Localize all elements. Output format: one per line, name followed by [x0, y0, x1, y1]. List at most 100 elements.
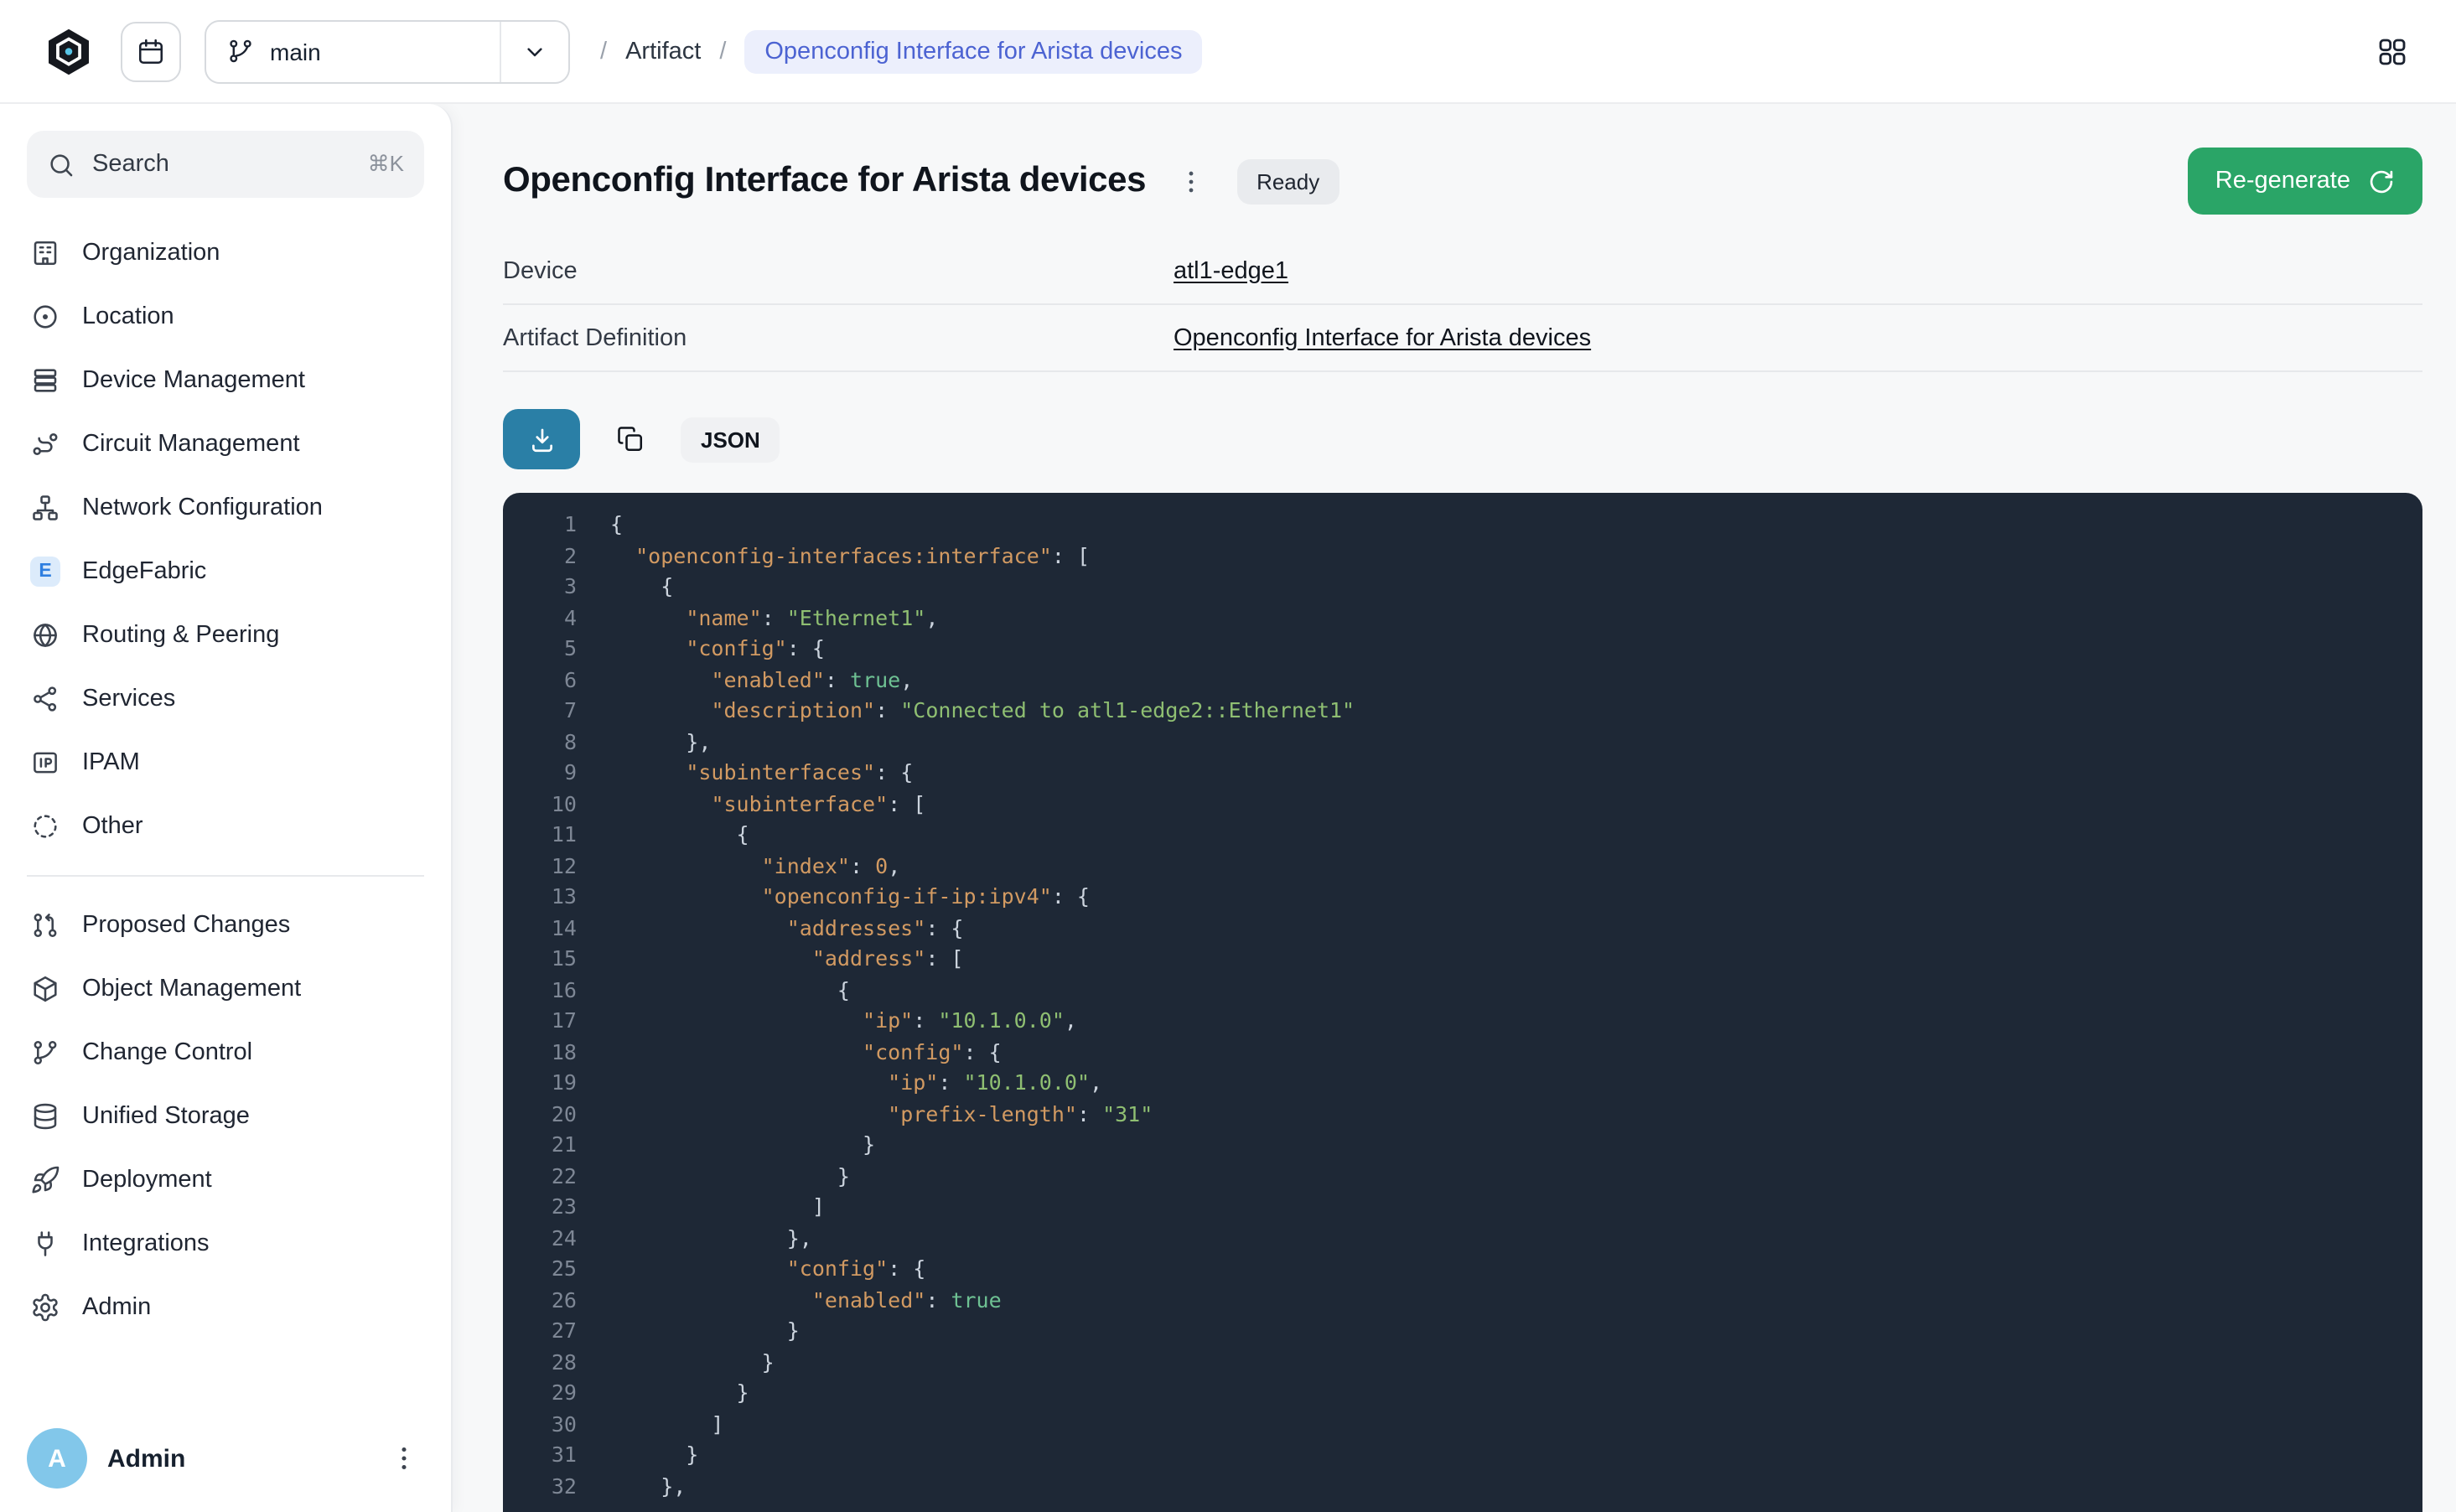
sidebar-item-network-configuration[interactable]: Network Configuration [13, 476, 438, 540]
field-row-artifact-definition: Artifact Definition Openconfig Interface… [503, 305, 2422, 372]
sidebar-item-routing-peering[interactable]: Routing & Peering [13, 603, 438, 667]
user-menu-kebab-icon[interactable] [384, 1438, 424, 1478]
breadcrumb-item-artifact[interactable]: Artifact [625, 38, 701, 65]
code-line: 3 { [526, 572, 2392, 603]
branch-label: main [270, 38, 500, 65]
code-line: 13 "openconfig-if-ip:ipv4": { [526, 882, 2392, 913]
apps-menu-button[interactable] [2362, 21, 2422, 81]
circuit-management-icon [30, 429, 60, 459]
regenerate-label: Re-generate [2215, 168, 2350, 194]
sidebar-item-label: Admin [82, 1294, 151, 1321]
artifact-definition-link[interactable]: Openconfig Interface for Arista devices [1174, 324, 1591, 351]
sidebar-item-services[interactable]: Services [13, 667, 438, 731]
code-viewer[interactable]: 1{2 "openconfig-interfaces:interface": [… [503, 493, 2422, 1512]
code-line-content: "addresses": { [610, 913, 964, 944]
line-number: 6 [526, 665, 577, 696]
line-number: 31 [526, 1440, 577, 1471]
line-number: 7 [526, 696, 577, 727]
line-number: 27 [526, 1316, 577, 1347]
code-line: 6 "enabled": true, [526, 665, 2392, 696]
services-icon [30, 684, 60, 714]
sidebar-item-location[interactable]: Location [13, 285, 438, 349]
title-menu-button[interactable] [1169, 159, 1213, 203]
body: Search ⌘K Organization Location Device Man… [0, 104, 2456, 1512]
copy-button[interactable] [600, 409, 661, 469]
code-line-content: "ip": "10.1.0.0", [610, 1006, 1077, 1037]
line-number: 18 [526, 1037, 577, 1068]
app-logo[interactable] [40, 23, 97, 80]
sidebar-item-label: IPAM [82, 749, 140, 776]
detail-fields: Device atl1-edge1 Artifact Definition Op… [503, 238, 2422, 372]
line-number: 25 [526, 1254, 577, 1285]
line-number: 30 [526, 1409, 577, 1440]
sidebar-item-integrations[interactable]: Integrations [13, 1212, 438, 1276]
code-line-content: "config": { [610, 1037, 1002, 1068]
sidebar-item-device-management[interactable]: Device Management [13, 349, 438, 412]
date-picker-button[interactable] [121, 21, 181, 81]
sidebar-item-circuit-management[interactable]: Circuit Management [13, 412, 438, 476]
sidebar-item-object-management[interactable]: Object Management [13, 957, 438, 1021]
sidebar-item-organization[interactable]: Organization [13, 221, 438, 285]
copy-icon [615, 424, 645, 454]
other-icon [30, 811, 60, 841]
line-number: 5 [526, 634, 577, 665]
breadcrumb-item-current[interactable]: Openconfig Interface for Arista devices [744, 29, 1202, 73]
sidebar-item-label: EdgeFabric [82, 558, 206, 585]
code-line: 1{ [526, 510, 2392, 541]
deployment-icon [30, 1165, 60, 1195]
code-line-content: } [610, 1161, 850, 1192]
sidebar-item-label: Device Management [82, 367, 305, 394]
code-line: 4 "name": "Ethernet1", [526, 603, 2392, 634]
sidebar-item-other[interactable]: Other [13, 795, 438, 858]
code-line: 24 }, [526, 1223, 2392, 1254]
routing-peering-icon [30, 620, 60, 650]
line-number: 23 [526, 1192, 577, 1223]
code-line: 19 "ip": "10.1.0.0", [526, 1068, 2392, 1099]
kebab-icon [1177, 167, 1205, 195]
sidebar-item-edgefabric[interactable]: EEdgeFabric [13, 540, 438, 603]
code-line: 21 } [526, 1130, 2392, 1161]
download-button[interactable] [503, 409, 580, 469]
sidebar-item-proposed-changes[interactable]: Proposed Changes [13, 893, 438, 957]
code-line-content: } [610, 1347, 775, 1378]
sidebar-item-admin[interactable]: Admin [13, 1276, 438, 1339]
breadcrumb-separator: / [719, 38, 726, 65]
sidebar-item-ipam[interactable]: IPAM [13, 731, 438, 795]
code-line: 2 "openconfig-interfaces:interface": [ [526, 541, 2392, 572]
sidebar-nav: Organization Location Device Management Cir… [0, 221, 451, 1339]
sidebar-divider [27, 875, 424, 877]
code-line: 29 } [526, 1378, 2392, 1409]
sidebar-item-deployment[interactable]: Deployment [13, 1148, 438, 1212]
device-link[interactable]: atl1-edge1 [1174, 257, 1288, 284]
regenerate-button[interactable]: Re-generate [2189, 148, 2422, 215]
sidebar-item-change-control[interactable]: Change Control [13, 1021, 438, 1085]
sidebar-item-unified-storage[interactable]: Unified Storage [13, 1085, 438, 1148]
line-number: 15 [526, 944, 577, 975]
sidebar-item-label: Organization [82, 240, 220, 267]
chevron-down-icon[interactable] [501, 21, 568, 81]
code-line: 17 "ip": "10.1.0.0", [526, 1006, 2392, 1037]
line-number: 24 [526, 1223, 577, 1254]
code-line: 23 ] [526, 1192, 2392, 1223]
code-line: 8 }, [526, 727, 2392, 758]
code-line: 26 "enabled": true [526, 1285, 2392, 1316]
location-icon [30, 302, 60, 332]
line-number: 17 [526, 1006, 577, 1037]
code-line-content: "index": 0, [610, 851, 900, 882]
code-line-content: "description": "Connected to atl1-edge2:… [610, 696, 1355, 727]
avatar: A [27, 1428, 87, 1489]
search-icon [47, 150, 75, 179]
ipam-icon [30, 748, 60, 778]
sidebar-item-label: Location [82, 303, 174, 330]
search-input[interactable]: Search ⌘K [27, 131, 424, 198]
code-toolbar: JSON [503, 409, 2422, 469]
code-line-content: "config": { [610, 634, 825, 665]
code-line-content: "subinterface": [ [610, 789, 925, 820]
branch-selector[interactable]: main [205, 19, 570, 83]
code-line-content: } [610, 1316, 800, 1347]
code-line-content: }, [610, 1223, 812, 1254]
network-configuration-icon [30, 493, 60, 523]
user-menu[interactable]: A Admin [0, 1408, 451, 1512]
main-content: Openconfig Interface for Arista devices … [453, 104, 2456, 1512]
code-line-content: "openconfig-if-ip:ipv4": { [610, 882, 1090, 913]
